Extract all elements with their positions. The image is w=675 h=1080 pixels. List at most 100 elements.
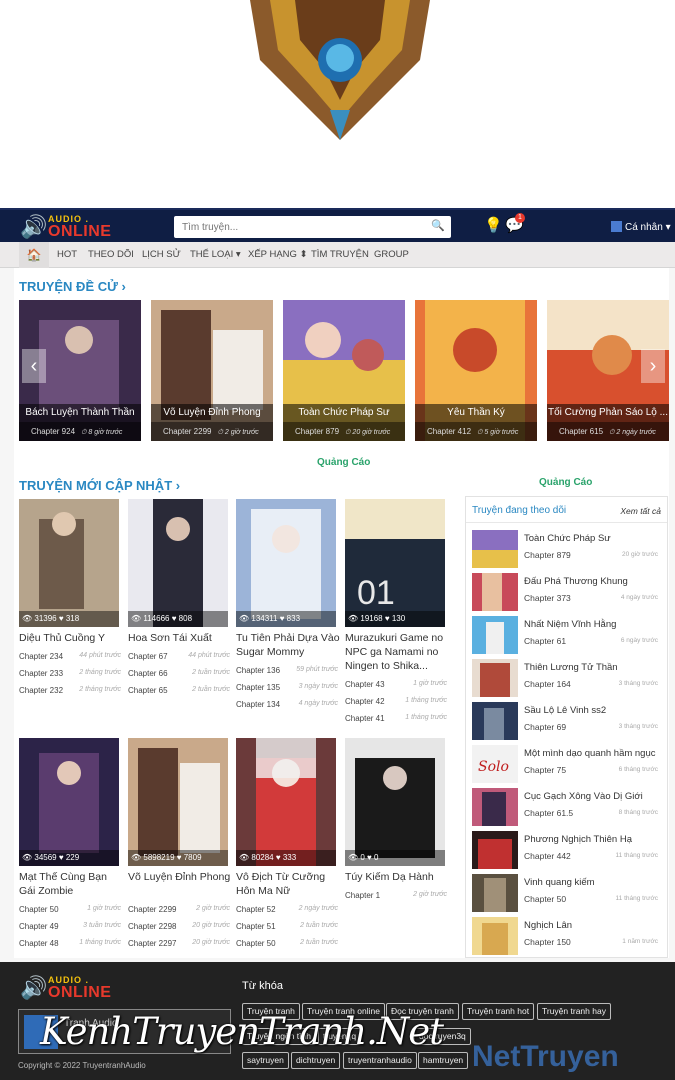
- card-title[interactable]: Mạt Thế Cùng Bạn Gái Zombie: [19, 870, 123, 898]
- footer-logo[interactable]: 🔊 AUDIO . ONLINE: [20, 974, 120, 1004]
- following-item[interactable]: Đấu Phá Thương Khung Chapter 373 4 ngày tr…: [472, 573, 662, 613]
- chapter-link[interactable]: Chapter 2298 20 giờ trước: [128, 922, 230, 931]
- card-stats: 👁 19168 ♥ 130: [345, 611, 445, 627]
- ads-label: Quảng Cáo: [539, 477, 593, 488]
- chat-icon[interactable]: 💬 1: [505, 213, 525, 233]
- nav-following[interactable]: THEO DÕI: [88, 242, 134, 268]
- thumbnail: Solo: [472, 745, 518, 783]
- recommended-card[interactable]: Toàn Chức Pháp Sư Chapter 879 ⏱ 20 giờ tr…: [283, 300, 405, 441]
- chapter-link[interactable]: Chapter 42 1 tháng trước: [345, 697, 447, 706]
- chapter-link[interactable]: Chapter 2299 2 giờ trước: [128, 905, 230, 914]
- following-item[interactable]: Phương Nghịch Thiên Hạ Chapter 442 11 thán…: [472, 831, 662, 871]
- chapter-link[interactable]: Chapter 41 1 tháng trước: [345, 714, 447, 723]
- card-title[interactable]: Võ Luyện Đỉnh Phong: [128, 870, 232, 884]
- chapter-link[interactable]: Chapter 12 giờ trước: [345, 891, 447, 900]
- keyword-tag[interactable]: Truyện tranh hot: [462, 1003, 535, 1020]
- carousel-next-button[interactable]: ›: [641, 349, 665, 383]
- chapter-link[interactable]: Chapter 136 59 phút trước: [236, 666, 338, 675]
- user-menu[interactable]: Cá nhân ▾: [611, 221, 671, 233]
- card-meta: Chapter 412 ⏱ 5 giờ trước: [415, 422, 537, 441]
- chapter-link[interactable]: Chapter 67 44 phút trước: [128, 652, 230, 661]
- search-icon[interactable]: 🔍: [431, 219, 445, 233]
- following-item[interactable]: Vinh quang kiếm Chapter 50 11 tháng trước: [472, 874, 662, 914]
- keyword-tag[interactable]: dichtruyen: [291, 1052, 341, 1069]
- following-item[interactable]: Thiên Lương Tử Thần Chapter 164 3 tháng tr…: [472, 659, 662, 699]
- following-title: Truyện đang theo dõi: [472, 505, 567, 516]
- chapter-link[interactable]: Chapter 65 2 tuần trước: [128, 686, 230, 695]
- copyright-text: Copyright © 2022 TruyentranhAudio: [18, 1061, 146, 1070]
- chapter-link[interactable]: Chapter 48 1 tháng trước: [19, 939, 121, 948]
- thumbnail: [472, 616, 518, 654]
- card-stats: 👁 31396 ♥ 318: [19, 611, 119, 627]
- keyword-tag[interactable]: hamtruyen: [418, 1052, 469, 1069]
- thumbnail: [472, 530, 518, 568]
- card-title[interactable]: Murazukuri Game no NPC ga Namami no Ning…: [345, 631, 449, 673]
- search-input[interactable]: [174, 216, 419, 238]
- section-title-recommended[interactable]: TRUYỆN ĐỀ CỬ ›: [19, 279, 126, 294]
- nav-ranking[interactable]: XẾP HẠNG ⬍: [248, 242, 308, 268]
- cover-image: [345, 738, 445, 866]
- chapter-link[interactable]: Chapter 66 2 tuần trước: [128, 669, 230, 678]
- following-item[interactable]: Solo Một mình dạo quanh hầm ngục Chapter 7…: [472, 745, 662, 785]
- card-meta: Chapter 879 ⏱ 20 giờ trước: [283, 422, 405, 441]
- nav-hot[interactable]: HOT: [57, 242, 77, 268]
- lightbulb-icon[interactable]: 💡: [484, 218, 503, 233]
- thumbnail: [472, 702, 518, 740]
- following-item[interactable]: Nhất Niệm Vĩnh Hằng Chapter 61 6 ngày trướ…: [472, 616, 662, 656]
- thumbnail: [472, 831, 518, 869]
- card-meta: Chapter 615 ⏱ 2 ngày trước: [547, 422, 669, 441]
- card-title[interactable]: Tu Tiên Phải Dựa Vào Sugar Mommy: [236, 631, 340, 659]
- card-title[interactable]: Túy Kiếm Dạ Hành: [345, 870, 449, 884]
- notification-badge: 1: [515, 213, 525, 223]
- card-title: Tối Cường Phản Sáo Lộ ...: [547, 404, 669, 422]
- chapter-link[interactable]: Chapter 43 1 giờ trước: [345, 680, 447, 689]
- cover-image: [128, 499, 228, 627]
- nav-search[interactable]: TÌM TRUYỆN: [311, 242, 369, 268]
- chapter-link[interactable]: Chapter 50 1 giờ trước: [19, 905, 121, 914]
- chapter-link[interactable]: Chapter 233 2 tháng trước: [19, 669, 121, 678]
- following-item[interactable]: Cục Gạch Xông Vào Dị Giới Chapter 61.5 8 t…: [472, 788, 662, 828]
- chapter-link[interactable]: Chapter 49 3 tuần trước: [19, 922, 121, 931]
- nav-group[interactable]: GROUP: [374, 242, 409, 268]
- keyword-tag[interactable]: truyentranhaudio: [343, 1052, 417, 1069]
- chapter-link[interactable]: Chapter 234 44 phút trước: [19, 652, 121, 661]
- recommended-card[interactable]: Yêu Thần Ký Chapter 412 ⏱ 5 giờ trước: [415, 300, 537, 441]
- cover-image: [236, 499, 336, 627]
- nav-genres[interactable]: THỂ LOẠI ▾: [190, 242, 241, 268]
- card-chapter: Chapter 412: [427, 427, 472, 436]
- card-stats: 👁 134311 ♥ 833: [236, 611, 336, 627]
- chapter-link[interactable]: Chapter 135 3 ngày trước: [236, 683, 338, 692]
- card-stats: 👁 80284 ♥ 333: [236, 850, 336, 866]
- following-panel: Truyện đang theo dõi Xem tất cả Toàn Chứ…: [465, 496, 668, 958]
- chapter-link[interactable]: Chapter 50 2 tuần trước: [236, 939, 338, 948]
- avatar: [611, 221, 622, 232]
- card-stats: 👁 34569 ♥ 229: [19, 850, 119, 866]
- carousel-prev-button[interactable]: ‹: [22, 349, 46, 383]
- home-icon[interactable]: 🏠: [19, 242, 49, 268]
- keyword-tag[interactable]: Truyện tranh hay: [537, 1003, 611, 1020]
- card-title[interactable]: Hoa Sơn Tái Xuất: [128, 631, 232, 645]
- keywords-title: Từ khóa: [242, 980, 283, 992]
- keyword-tag[interactable]: saytruyen: [242, 1052, 289, 1069]
- logo-text-main: ONLINE: [48, 223, 112, 240]
- chapter-link[interactable]: Chapter 232 2 tháng trước: [19, 686, 121, 695]
- card-title[interactable]: Diệu Thủ Cuồng Y: [19, 631, 123, 645]
- card-title: Võ Luyện Đỉnh Phong: [151, 404, 273, 422]
- recommended-card[interactable]: Võ Luyện Đỉnh Phong Chapter 2299 ⏱ 2 giờ …: [151, 300, 273, 441]
- chapter-link[interactable]: Chapter 52 2 ngày trước: [236, 905, 338, 914]
- nav-history[interactable]: LỊCH SỬ: [142, 242, 181, 268]
- see-all-link[interactable]: Xem tất cả: [620, 506, 661, 516]
- following-item[interactable]: Toàn Chức Pháp Sư Chapter 879 20 giờ trước: [472, 530, 662, 570]
- following-item[interactable]: Sầu Lộ Lê Vinh ss2 Chapter 69 3 tháng trướ…: [472, 702, 662, 742]
- site-logo[interactable]: 🔊 AUDIO . ONLINE: [20, 213, 120, 241]
- section-title-latest[interactable]: TRUYỆN MỚI CẬP NHẬT ›: [19, 478, 180, 493]
- following-item[interactable]: Nghịch Lân Chapter 150 1 năm trước: [472, 917, 662, 957]
- card-title[interactable]: Vô Địch Từ Cưỡng Hôn Ma Nữ: [236, 870, 340, 898]
- chapter-link[interactable]: Chapter 51 2 tuần trước: [236, 922, 338, 931]
- chapter-link[interactable]: Chapter 134 4 ngày trước: [236, 700, 338, 709]
- chapter-link[interactable]: Chapter 2297 20 giờ trước: [128, 939, 230, 948]
- card-stats: 👁 0 ♥ 0: [345, 850, 445, 866]
- thumbnail: [472, 788, 518, 826]
- card-time: ⏱ 8 giờ trước: [81, 429, 123, 436]
- card-time: ⏱ 20 giờ trước: [345, 429, 391, 436]
